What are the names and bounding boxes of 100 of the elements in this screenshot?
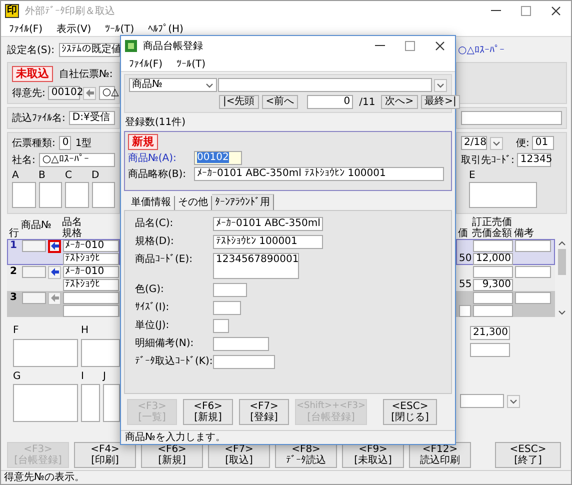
arrow-icon xyxy=(50,268,58,276)
column-header: 行 xyxy=(9,228,19,239)
input-field[interactable] xyxy=(213,301,241,315)
table-row[interactable]: 55 9,300 xyxy=(456,265,555,291)
search-select[interactable]: 商品№ xyxy=(129,78,217,92)
table-cell[interactable] xyxy=(22,266,46,278)
table-cell[interactable] xyxy=(515,266,551,278)
table-row[interactable]: 50 12,000 xyxy=(456,239,555,265)
field-label: 規格(D): xyxy=(135,235,175,249)
table-cell[interactable]: ﾃｽﾄｼｮｳﾋ xyxy=(63,252,119,264)
input-field[interactable] xyxy=(92,182,115,208)
input-field[interactable]: D:¥受信 xyxy=(69,111,115,125)
table-cell[interactable]: 9,300 xyxy=(473,278,513,290)
input-field[interactable] xyxy=(213,283,247,297)
input-field[interactable]: ﾃｽﾄｼｮｳﾋﾝ 100001 xyxy=(213,235,323,249)
dropdown-field[interactable] xyxy=(460,394,504,408)
table-cell[interactable] xyxy=(473,292,513,304)
menu-item[interactable]: ﾂｰﾙ(T) xyxy=(176,58,206,70)
table-row[interactable]: 3 xyxy=(7,291,120,317)
date-field[interactable]: 2/18 xyxy=(461,136,487,150)
nav-button[interactable]: 次へ> xyxy=(381,95,418,109)
dropdown-button[interactable] xyxy=(507,394,520,408)
table-cell[interactable]: ﾃｽﾄｼｮｳﾋ xyxy=(63,278,119,290)
menu-item[interactable]: ﾌｧｲﾙ(F) xyxy=(9,22,43,34)
record-count: 登録数(11件) xyxy=(125,116,186,129)
table-cell[interactable] xyxy=(63,292,119,304)
lookup-button[interactable] xyxy=(83,86,96,100)
input-field[interactable]: 00102 xyxy=(48,86,80,100)
input-field[interactable] xyxy=(213,355,275,369)
search-field[interactable] xyxy=(218,78,432,92)
menu-item[interactable]: ﾍﾙﾌﾟ(H) xyxy=(148,22,184,34)
table-cell[interactable] xyxy=(473,240,513,252)
scrollbar[interactable] xyxy=(557,239,567,317)
input-field[interactable]: 12345 xyxy=(517,153,552,167)
input-field[interactable] xyxy=(12,182,36,208)
table-cell[interactable]: ﾒｰｶｰ010 xyxy=(63,266,119,278)
table-cell[interactable] xyxy=(459,304,471,316)
record-field[interactable]: 0 xyxy=(307,95,354,109)
input-field[interactable]: ﾒｰｶｰ0101 ABC-350ml ﾃｽﾄｼｮｳﾋﾝ 100001 xyxy=(194,167,444,181)
input-field[interactable]: 0 xyxy=(59,136,72,150)
field-label: 明細備考(N): xyxy=(135,337,195,351)
input-field[interactable] xyxy=(38,182,62,208)
window-title: 外部ﾃﾞｰﾀ印刷＆取込 xyxy=(25,4,115,18)
table-row[interactable]: 1 ﾒｰｶｰ010 ﾃｽﾄｼｮｳﾋ xyxy=(7,239,120,265)
input-field[interactable]: 1234567890001 xyxy=(213,253,299,279)
function-key-button[interactable]: <F4> [印刷] xyxy=(74,442,136,468)
table-cell[interactable] xyxy=(473,266,513,278)
lookup-button[interactable] xyxy=(48,266,61,278)
input-field[interactable] xyxy=(470,343,510,357)
input-field[interactable] xyxy=(103,384,120,422)
lookup-button[interactable] xyxy=(48,240,61,252)
menu-item[interactable]: ﾌｧｲﾙ(F) xyxy=(129,58,163,70)
field-label: J xyxy=(103,370,106,382)
field-label: D xyxy=(92,170,100,181)
input-field[interactable] xyxy=(81,339,120,367)
table-cell[interactable] xyxy=(22,292,46,304)
mode-badge: 新規 xyxy=(128,134,158,150)
close-dialog-button[interactable]: <ESC> [閉じる] xyxy=(383,399,437,425)
field-value: 1型 xyxy=(75,136,92,150)
dropdown-button[interactable] xyxy=(434,78,447,92)
tab[interactable]: ﾀｰﾝｱﾗｳﾝﾄﾞ用 xyxy=(212,194,274,210)
column-header: 備考 xyxy=(514,228,535,239)
input-field[interactable] xyxy=(469,182,537,208)
table-cell[interactable] xyxy=(63,304,119,316)
input-field[interactable]: ﾒｰｶｰ0101 ABC-350ml xyxy=(213,217,323,231)
nav-button[interactable]: |<先頭 xyxy=(219,95,259,109)
table-cell[interactable]: ﾒｰｶｰ010 xyxy=(63,240,119,252)
menu-item[interactable]: ﾂｰﾙ(T) xyxy=(105,22,134,34)
input-field[interactable] xyxy=(13,339,78,367)
function-key-button[interactable]: <F7> [登録] xyxy=(239,399,289,425)
input-field[interactable]: 01 xyxy=(532,136,554,150)
input-field[interactable] xyxy=(13,384,78,422)
dropdown-button[interactable] xyxy=(490,136,503,150)
input-field[interactable] xyxy=(213,337,269,351)
input-field[interactable] xyxy=(81,384,100,422)
input-field[interactable] xyxy=(213,319,229,333)
nav-button[interactable]: <前へ xyxy=(262,95,298,109)
status-bar: 得意先№の表示。 xyxy=(1,470,571,484)
input-field[interactable]: 00102 xyxy=(194,151,242,165)
table-row[interactable] xyxy=(456,291,555,317)
chevron-down-icon xyxy=(492,138,501,148)
field-label: E xyxy=(469,170,476,181)
menu-item[interactable]: 表示(V) xyxy=(56,22,92,36)
table-row[interactable]: 2 ﾒｰｶｰ010 ﾃｽﾄｼｮｳﾋ xyxy=(7,265,120,291)
table-cell[interactable] xyxy=(515,292,551,304)
table-cell[interactable] xyxy=(22,240,46,252)
function-key-button[interactable]: <F12> 読込印刷 xyxy=(409,442,471,468)
table-cell[interactable] xyxy=(515,240,551,252)
function-key-button[interactable]: <F6> [新規] xyxy=(183,399,233,425)
field-label: 社名: xyxy=(12,154,36,167)
exit-button[interactable]: <ESC> [終了] xyxy=(495,442,561,468)
table-cell[interactable]: 12,000 xyxy=(473,252,513,264)
input-field[interactable]: ○△ﾛｽｰﾊﾟｰ xyxy=(39,153,115,167)
input-field[interactable] xyxy=(461,111,562,125)
table-cell[interactable] xyxy=(473,304,513,316)
total-field[interactable]: 21,300 xyxy=(470,326,510,340)
input-field[interactable] xyxy=(65,182,88,208)
arrow-icon xyxy=(86,89,94,97)
nav-button[interactable]: 最終>| xyxy=(420,95,460,109)
field-label: 品名(C): xyxy=(135,217,174,231)
